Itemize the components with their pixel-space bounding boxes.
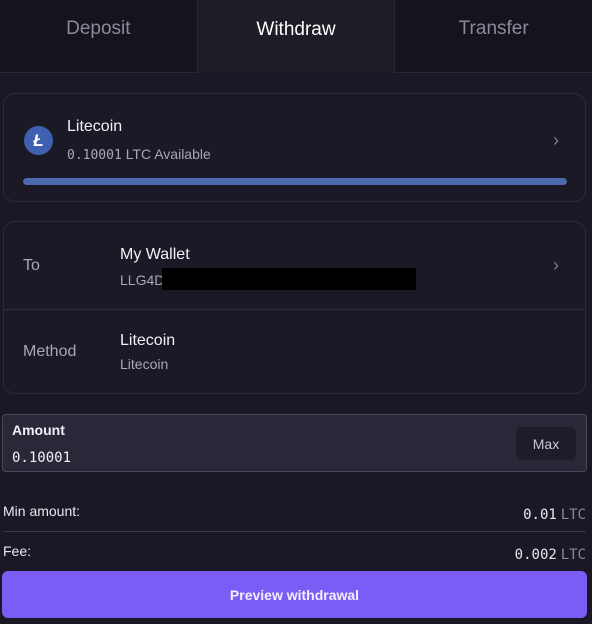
amount-field: Amount Max xyxy=(2,414,587,472)
asset-available: 0.10001 LTC Available xyxy=(67,146,211,163)
tab-deposit[interactable]: Deposit xyxy=(0,0,197,73)
tab-transfer[interactable]: Transfer xyxy=(395,0,592,73)
min-amount-label: Min amount: xyxy=(3,503,81,519)
preview-withdrawal-button[interactable]: Preview withdrawal xyxy=(2,571,587,618)
amount-label: Amount xyxy=(12,422,65,438)
wallet-address: LLG4D xyxy=(120,272,165,288)
amount-input[interactable] xyxy=(12,448,432,468)
fee-value: 0.002 LTC xyxy=(515,546,586,563)
tab-bar: Deposit Withdraw Transfer xyxy=(0,0,592,73)
litecoin-icon: Ł xyxy=(24,126,53,155)
chevron-right-icon[interactable]: › xyxy=(553,130,559,151)
available-amount: 0.10001 xyxy=(67,148,122,163)
fee-number: 0.002 xyxy=(514,547,557,563)
fee-label: Fee: xyxy=(3,543,32,559)
fee-unit: LTC xyxy=(560,547,586,563)
balance-progress-fill xyxy=(23,178,567,185)
min-amount-number: 0.01 xyxy=(523,507,557,523)
method-label: Method xyxy=(23,343,77,360)
method-network: Litecoin xyxy=(120,356,169,372)
asset-selector[interactable]: Ł Litecoin 0.10001 LTC Available › xyxy=(3,93,586,202)
tab-withdraw[interactable]: Withdraw xyxy=(196,0,396,73)
asset-name: Litecoin xyxy=(67,118,123,135)
max-button[interactable]: Max xyxy=(516,427,576,460)
destination-card: To My Wallet LLG4D › Method Litecoin Lit… xyxy=(3,221,586,394)
method-name: Litecoin xyxy=(120,332,176,349)
chevron-right-icon[interactable]: › xyxy=(553,255,559,276)
available-unit: LTC Available xyxy=(125,146,211,162)
balance-progress-bar xyxy=(23,178,567,185)
min-amount-unit: LTC xyxy=(560,507,586,523)
to-label: To xyxy=(23,257,40,274)
divider xyxy=(3,531,586,532)
divider xyxy=(4,309,585,310)
redacted-address xyxy=(162,268,416,290)
min-amount-value: 0.01 LTC xyxy=(523,506,586,523)
wallet-name[interactable]: My Wallet xyxy=(120,246,190,264)
